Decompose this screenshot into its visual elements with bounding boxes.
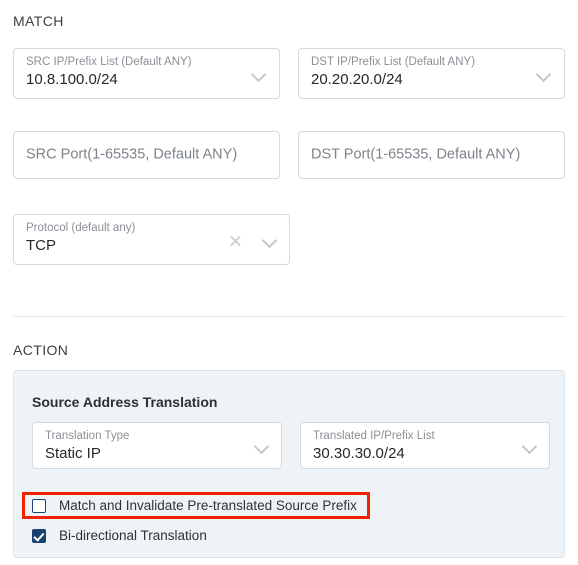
src-ip-prefix-list-value: 10.8.100.0/24 <box>26 71 118 88</box>
translated-ip-prefix-list-label: Translated IP/Prefix List <box>313 430 435 442</box>
translated-ip-prefix-list-value: 30.30.30.0/24 <box>313 445 405 462</box>
src-ip-prefix-list-label: SRC IP/Prefix List (Default ANY) <box>26 56 192 68</box>
action-section-title: ACTION <box>13 342 69 358</box>
clear-icon[interactable] <box>229 234 242 247</box>
section-divider <box>13 316 565 317</box>
chevron-down-icon[interactable] <box>523 441 536 454</box>
translation-type-label: Translation Type <box>45 430 130 442</box>
src-ip-prefix-list-select[interactable]: SRC IP/Prefix List (Default ANY) 10.8.10… <box>13 48 280 99</box>
dst-ip-prefix-list-value: 20.20.20.0/24 <box>311 71 403 88</box>
protocol-label: Protocol (default any) <box>26 222 136 234</box>
chevron-down-icon[interactable] <box>252 69 265 82</box>
chevron-down-icon[interactable] <box>255 441 268 454</box>
src-port-input[interactable]: SRC Port(1-65535, Default ANY) <box>13 131 280 179</box>
match-invalidate-pretranslated-source-prefix-checkbox[interactable] <box>32 499 46 513</box>
match-section-title: MATCH <box>13 13 64 29</box>
translated-ip-prefix-list-select[interactable]: Translated IP/Prefix List 30.30.30.0/24 <box>300 422 550 469</box>
source-address-translation-title: Source Address Translation <box>32 394 218 410</box>
match-invalidate-pretranslated-source-prefix-row[interactable]: Match and Invalidate Pre-translated Sour… <box>32 496 357 516</box>
dst-port-placeholder: DST Port(1-65535, Default ANY) <box>311 146 521 163</box>
translation-type-select[interactable]: Translation Type Static IP <box>32 422 282 469</box>
match-invalidate-pretranslated-source-prefix-label: Match and Invalidate Pre-translated Sour… <box>59 498 357 513</box>
bi-directional-translation-row[interactable]: Bi-directional Translation <box>32 526 207 546</box>
bi-directional-translation-checkbox[interactable] <box>32 529 46 543</box>
dst-ip-prefix-list-select[interactable]: DST IP/Prefix List (Default ANY) 20.20.2… <box>298 48 565 99</box>
protocol-value: TCP <box>26 237 56 254</box>
chevron-down-icon[interactable] <box>263 235 276 248</box>
translation-type-value: Static IP <box>45 445 101 462</box>
dst-port-input[interactable]: DST Port(1-65535, Default ANY) <box>298 131 565 179</box>
source-address-translation-panel: Source Address Translation Translation T… <box>13 370 565 558</box>
src-port-placeholder: SRC Port(1-65535, Default ANY) <box>26 146 238 163</box>
bi-directional-translation-label: Bi-directional Translation <box>59 528 207 543</box>
protocol-select[interactable]: Protocol (default any) TCP <box>13 214 290 265</box>
dst-ip-prefix-list-label: DST IP/Prefix List (Default ANY) <box>311 56 476 68</box>
chevron-down-icon[interactable] <box>537 69 550 82</box>
